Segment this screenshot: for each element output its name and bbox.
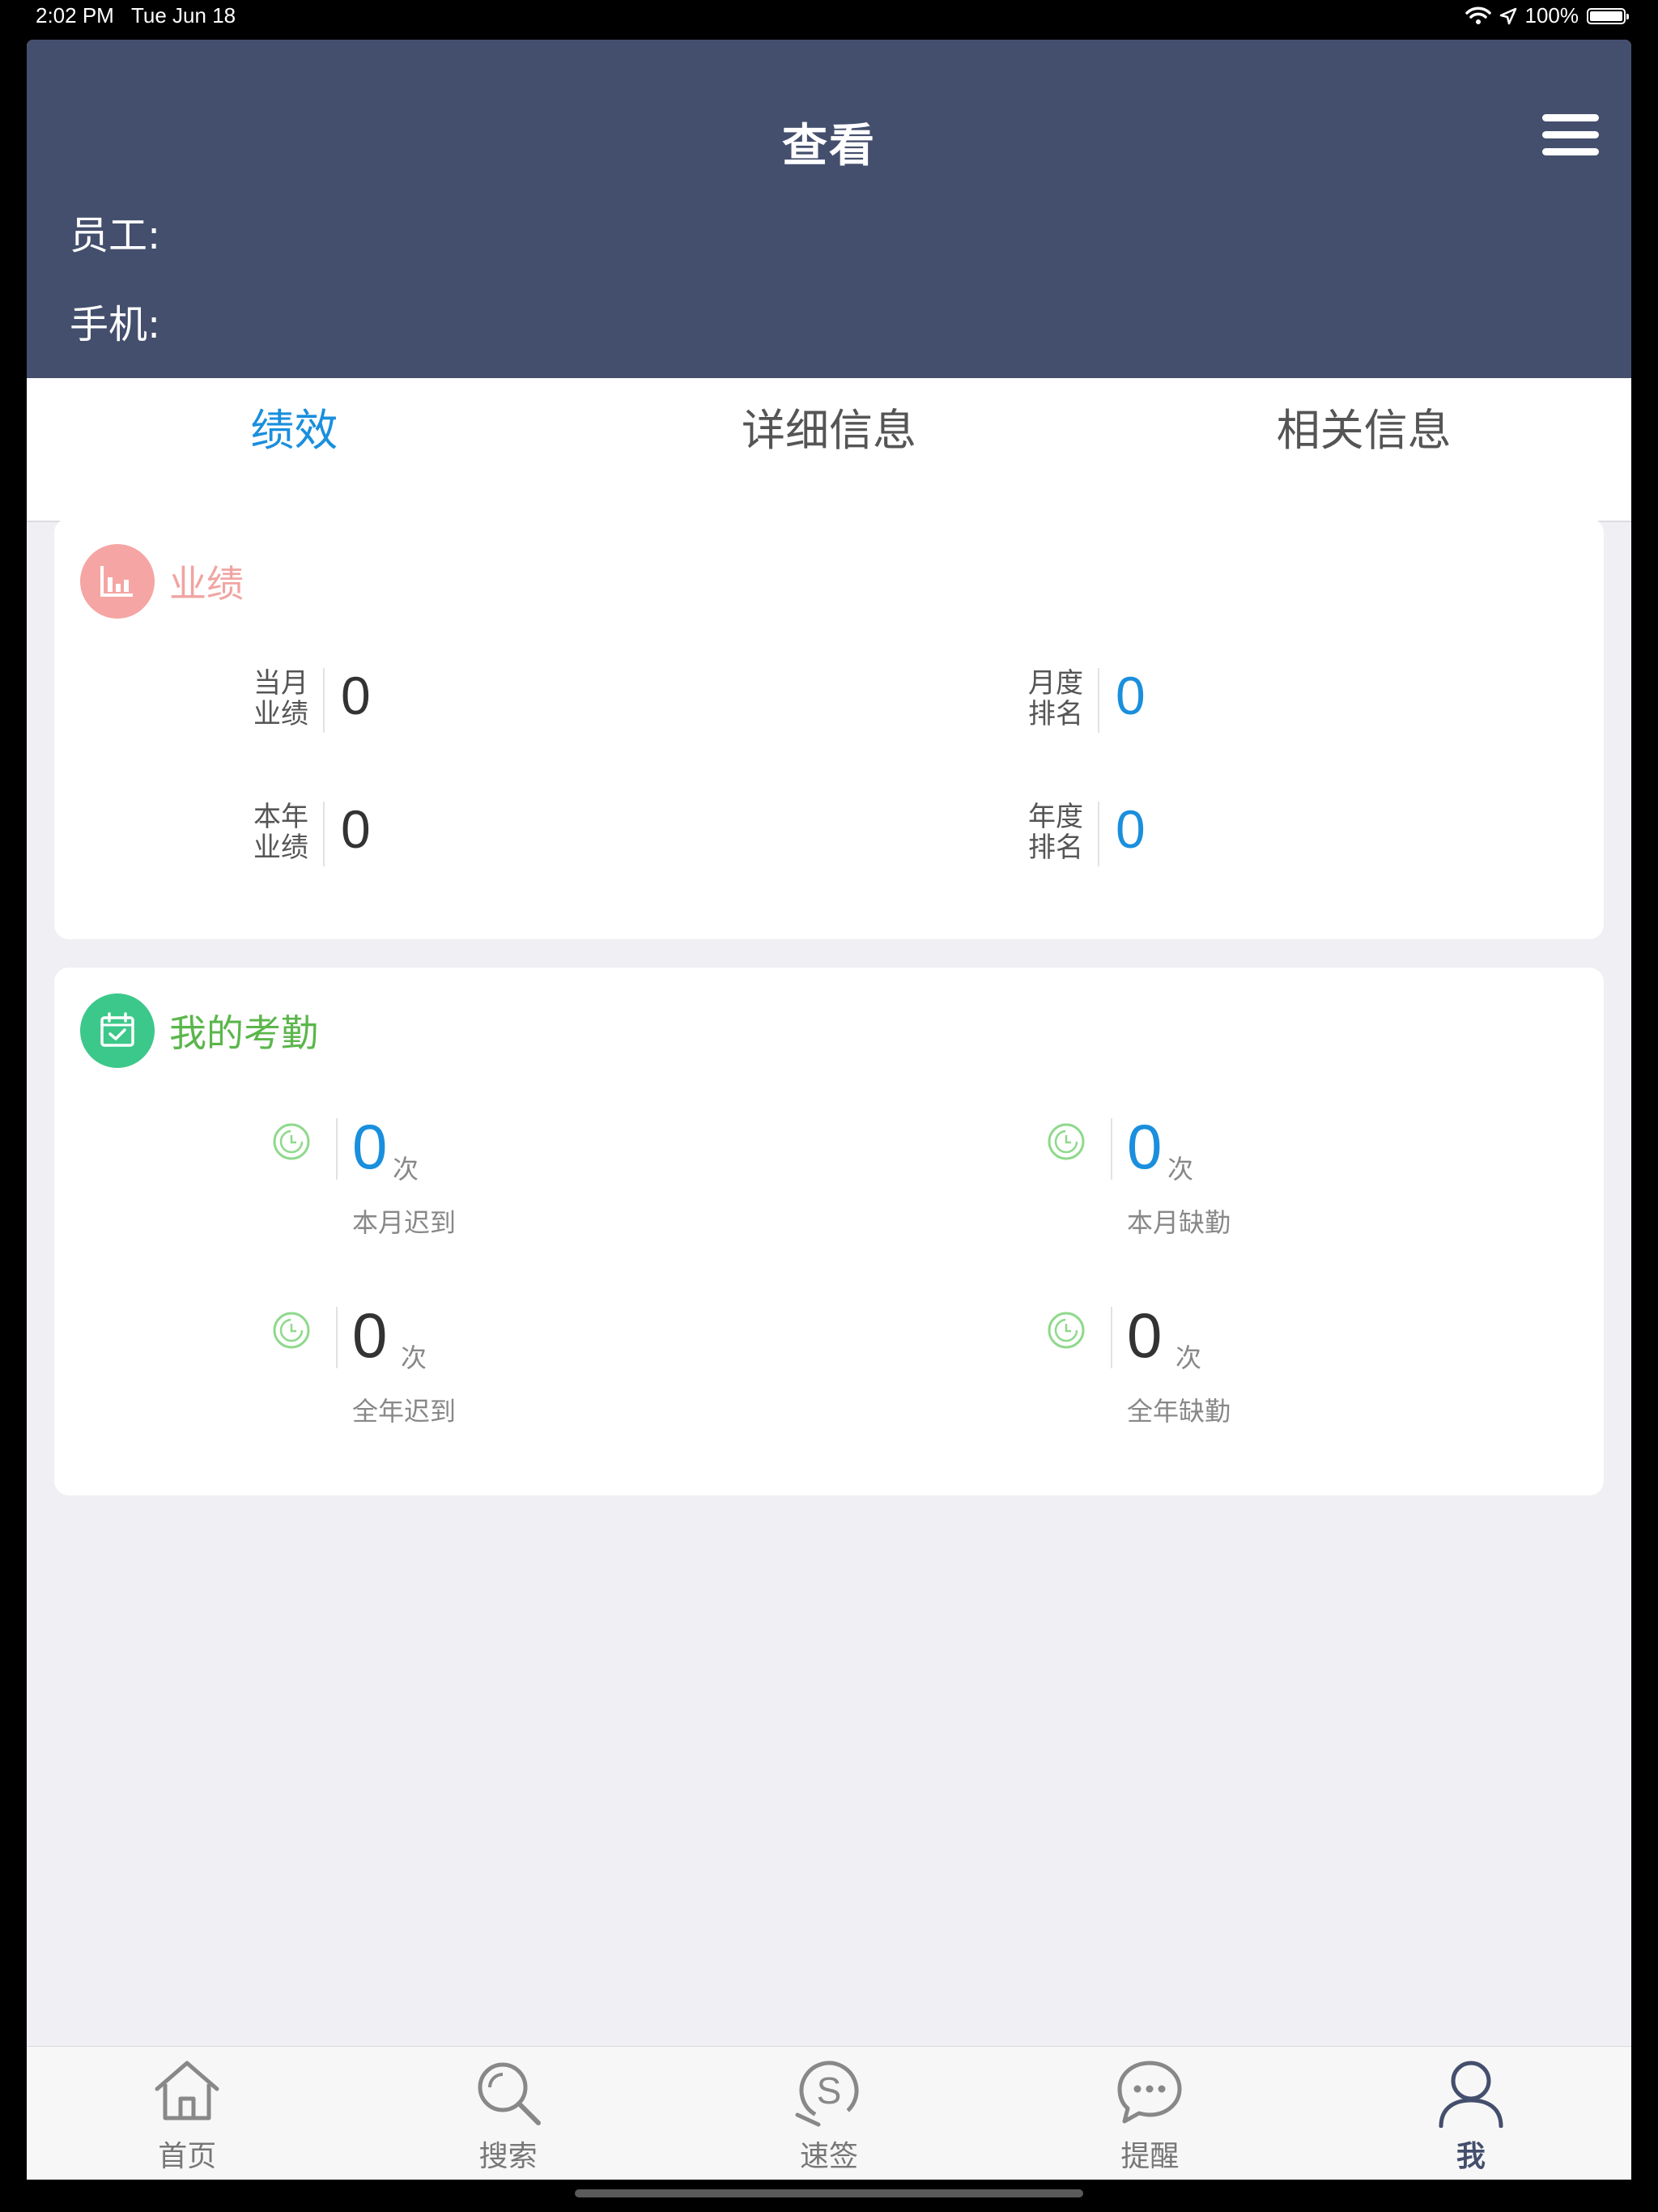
employee-label: 员工:	[70, 213, 161, 258]
tabbar-item-me[interactable]: 我	[1311, 2047, 1631, 2180]
clock-icon	[1048, 1123, 1085, 1160]
tabbar-label-search: 搜索	[478, 2140, 538, 2173]
tabbar-item-reminders[interactable]: 提醒	[989, 2047, 1310, 2180]
monthly-rank-value: 0	[1116, 666, 1146, 725]
bar-chart-icon	[80, 544, 155, 619]
wifi-icon	[1465, 6, 1491, 24]
month-absent-unit: 次	[1167, 1154, 1194, 1185]
bottom-tab-bar: 首页 搜索 S 速签 提醒 我	[27, 2046, 1631, 2180]
year-absent-caption: 全年缺勤	[1127, 1396, 1231, 1427]
tab-related[interactable]: 相关信息	[1096, 378, 1631, 521]
clock-icon	[1048, 1312, 1085, 1349]
month-absent-caption: 本月缺勤	[1127, 1207, 1231, 1238]
tabbar-label-reminders: 提醒	[1120, 2140, 1180, 2173]
tabbar-item-home[interactable]: 首页	[27, 2047, 347, 2180]
tabbar-label-quick-sign: 速签	[800, 2140, 859, 2173]
home-icon	[155, 2061, 219, 2121]
menu-icon	[1542, 114, 1599, 121]
tabbar-label-me: 我	[1456, 2140, 1486, 2173]
status-right: 100%	[1465, 3, 1629, 28]
clock-icon	[273, 1312, 310, 1349]
phone-label: 手机:	[70, 302, 161, 347]
year-late-caption: 全年迟到	[352, 1396, 457, 1427]
svg-text:S: S	[817, 2069, 842, 2112]
tabbar-item-quick-sign[interactable]: S 速签	[669, 2047, 989, 2180]
page-title: 查看	[782, 120, 876, 172]
menu-button[interactable]	[1542, 114, 1599, 156]
app-window: 查看 员工: 手机: 绩效 详细信息 相关信息 业绩 当月 业绩 0 月度 排名…	[27, 40, 1631, 2180]
year-late-value: 0	[352, 1300, 388, 1371]
month-absent-value: 0	[1127, 1111, 1163, 1182]
attendance-card: 我的考勤 0 次 本月迟到 0 次 本月缺勤 0 次 全年迟到 0 次 全年缺勤	[54, 968, 1604, 1495]
home-indicator[interactable]	[575, 2189, 1083, 2197]
tabbar-label-home: 首页	[158, 2140, 217, 2173]
attendance-title: 我的考勤	[169, 1011, 318, 1055]
header: 查看 员工: 手机:	[27, 40, 1631, 378]
yearly-rank-value: 0	[1116, 799, 1146, 859]
yearly-rank-label: 年度 排名	[1028, 801, 1083, 864]
segment-tabs: 绩效 详细信息 相关信息	[27, 378, 1631, 522]
status-time: 2:02 PM	[36, 3, 114, 28]
yearly-performance-value: 0	[341, 799, 371, 859]
year-absent-unit: 次	[1175, 1342, 1202, 1373]
year-late-unit: 次	[401, 1342, 427, 1373]
calendar-check-icon	[80, 993, 155, 1068]
tabbar-item-search[interactable]: 搜索	[347, 2047, 668, 2180]
month-late-value: 0	[352, 1111, 388, 1182]
monthly-performance-value: 0	[341, 666, 371, 725]
tab-performance[interactable]: 绩效	[27, 378, 562, 521]
month-late-caption: 本月迟到	[352, 1207, 457, 1238]
user-icon	[1439, 2061, 1503, 2128]
search-icon	[478, 2062, 541, 2125]
monthly-performance-label: 当月 业绩	[253, 667, 308, 730]
quick-sign-icon: S	[795, 2061, 859, 2127]
tab-details[interactable]: 详细信息	[562, 378, 1097, 521]
month-late-unit: 次	[393, 1154, 419, 1185]
performance-card-header: 业绩	[80, 544, 244, 619]
chat-bubble-icon	[1117, 2061, 1182, 2124]
yearly-performance-label: 本年 业绩	[253, 801, 308, 864]
performance-title: 业绩	[169, 562, 244, 606]
battery-percent: 100%	[1524, 3, 1579, 28]
year-absent-value: 0	[1127, 1300, 1163, 1371]
status-bar: 2:02 PM Tue Jun 18 100%	[0, 0, 1658, 39]
location-icon	[1499, 7, 1516, 24]
performance-card: 业绩 当月 业绩 0 月度 排名 0 本年 业绩 0 年度 排名 0	[54, 518, 1604, 939]
attendance-card-header: 我的考勤	[80, 993, 318, 1068]
battery-icon	[1587, 7, 1629, 24]
monthly-rank-label: 月度 排名	[1028, 667, 1083, 730]
clock-icon	[273, 1123, 310, 1160]
status-date: Tue Jun 18	[131, 3, 236, 28]
